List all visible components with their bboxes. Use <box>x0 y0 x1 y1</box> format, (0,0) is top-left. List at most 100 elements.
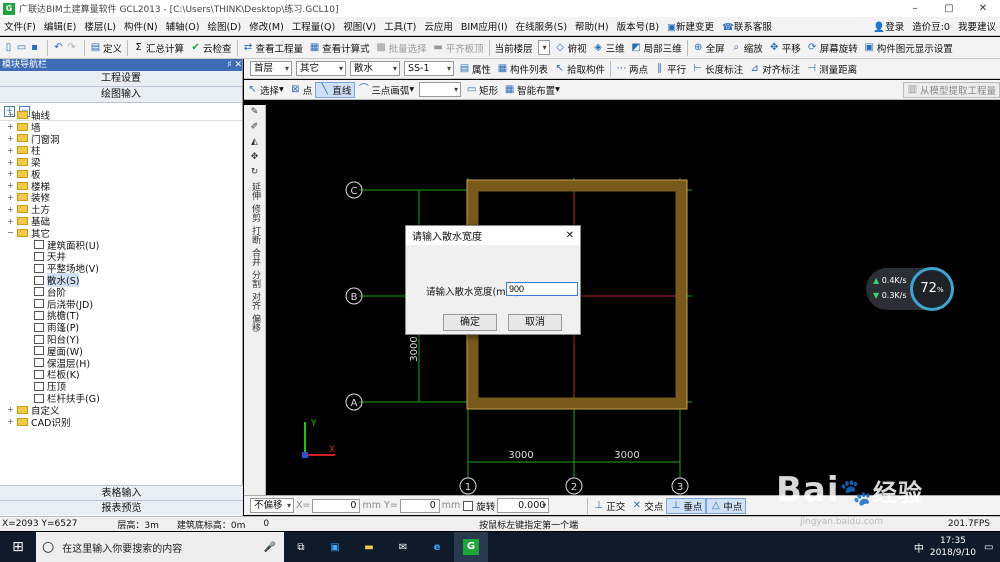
property-button[interactable]: ▤ 属性 <box>456 62 494 76</box>
expand-toggle-icon[interactable]: + <box>6 122 15 131</box>
pan-button[interactable]: ✥ 平移 <box>766 41 804 55</box>
windows-start-icon[interactable]: ⊞ <box>0 539 36 555</box>
menu-tools[interactable]: 工具(T) <box>380 19 420 33</box>
glodon-app-icon[interactable]: G <box>454 532 488 562</box>
expand-toggle-icon[interactable]: + <box>6 417 15 426</box>
tree-child-item[interactable]: 平整场地(V) <box>0 262 243 275</box>
type-select[interactable]: 散水 <box>350 61 400 76</box>
flush-slab-button[interactable]: ▬ 平齐板顶 <box>430 41 487 55</box>
name-select[interactable]: SS-1 <box>404 61 454 76</box>
close-button[interactable]: ✕ <box>966 0 1000 17</box>
menu-online[interactable]: 在线服务(S) <box>512 19 571 33</box>
measure-button[interactable]: ⊣ 测量距离 <box>803 62 860 76</box>
expand-toggle-icon[interactable]: − <box>6 228 15 237</box>
expand-toggle-icon[interactable]: + <box>6 169 15 178</box>
category-select[interactable]: 其它 <box>296 61 346 76</box>
display-settings-button[interactable]: ▣ 构件图元显示设置 <box>861 41 956 55</box>
merge-button[interactable]: 合并 <box>249 248 260 266</box>
tree-child-item[interactable]: 台阶 <box>0 286 243 299</box>
component-list-button[interactable]: ▦ 构件列表 <box>494 62 551 76</box>
menu-aux-axis[interactable]: 辅轴(O) <box>162 19 204 33</box>
monitor-app-icon[interactable]: ▣ <box>318 542 352 553</box>
suggest-button[interactable]: 我要建议 <box>954 19 1000 33</box>
rotate-angle[interactable]: 0.000 <box>497 498 550 513</box>
cloud-check-button[interactable]: ✔ 云检查 <box>187 41 235 55</box>
expand-toggle-icon[interactable]: + <box>6 134 15 143</box>
mail-icon[interactable]: ✉ <box>386 542 420 553</box>
login-button[interactable]: 👤登录 <box>869 19 908 33</box>
edge-icon[interactable]: e <box>420 542 454 553</box>
mirror-icon[interactable]: ◭ <box>251 137 258 148</box>
pin-close-icons[interactable]: ♯ ✕ <box>227 59 242 71</box>
report-preview-tab[interactable]: 报表预览 <box>0 500 243 515</box>
point-button[interactable]: ⊠ 点 <box>287 83 316 97</box>
menu-floor[interactable]: 楼层(L) <box>80 19 120 33</box>
expand-toggle-icon[interactable]: + <box>6 146 15 155</box>
undo-redo[interactable]: ↶ ↷ <box>50 42 82 53</box>
offset-button[interactable]: 偏移 <box>249 314 260 332</box>
menu-quantity[interactable]: 工程量(Q) <box>288 19 339 33</box>
menu-edit[interactable]: 编辑(E) <box>40 19 80 33</box>
select-button[interactable]: ↖ 选择 ▾ <box>244 83 287 97</box>
expand-toggle-icon[interactable]: + <box>6 217 15 226</box>
rect-button[interactable]: ▭ 矩形 <box>463 83 501 97</box>
break-button[interactable]: 打断 <box>249 226 260 244</box>
rotate-checkbox[interactable] <box>463 500 474 511</box>
batch-select-button[interactable]: ▩ 批量选择 <box>373 41 430 55</box>
tree-child-item[interactable]: 保温层(H) <box>0 357 243 370</box>
pick-component-button[interactable]: ↖ 拾取构件 <box>551 62 608 76</box>
file-explorer-icon[interactable]: ▬ <box>352 542 386 553</box>
ok-button[interactable]: 确定 <box>443 314 497 331</box>
3d-button[interactable]: ◈ 三维 <box>590 41 628 55</box>
menu-file[interactable]: 文件(F) <box>0 19 40 33</box>
expand-toggle-icon[interactable]: + <box>6 110 15 119</box>
tree-item[interactable]: + CAD识别 <box>0 416 243 429</box>
tree-child-item[interactable]: 压顶 <box>0 380 243 393</box>
line-button[interactable]: ╲ 直线 <box>315 81 356 98</box>
drawing-input-tab[interactable]: 绘图输入 <box>0 87 242 103</box>
pencil-icon[interactable]: ✎ <box>251 107 259 118</box>
perpendicular-toggle[interactable]: ⊥ 垂点 <box>666 497 707 514</box>
tree-child-item[interactable]: 雨篷(P) <box>0 321 243 334</box>
expand-toggle-icon[interactable]: + <box>6 205 15 214</box>
cancel-button[interactable]: 取消 <box>508 314 562 331</box>
floor-select[interactable]: 首层 <box>250 61 292 76</box>
menu-bim[interactable]: BIM应用(I) <box>457 19 512 33</box>
extend-button[interactable]: 延伸 <box>249 182 260 200</box>
align-button[interactable]: 对齐 <box>249 292 260 310</box>
expand-toggle-icon[interactable]: + <box>6 181 15 190</box>
menu-version[interactable]: 版本号(B) <box>613 19 663 33</box>
menu-cloud[interactable]: 云应用 <box>420 19 457 33</box>
view-formula-button[interactable]: ▦ 查看计算式 <box>306 41 373 55</box>
tree-child-item[interactable]: 散水(S) <box>0 273 243 288</box>
align-mark-button[interactable]: ⊿ 对齐标注 <box>746 62 803 76</box>
width-input[interactable] <box>506 282 578 296</box>
menu-help[interactable]: 帮助(H) <box>571 19 613 33</box>
clock[interactable]: 17:35 2018/9/10 <box>930 535 976 559</box>
file-ops[interactable]: ▯ ▭ ▪ <box>0 42 45 53</box>
two-point-button[interactable]: ⋯ 两点 <box>613 62 651 76</box>
menu-component[interactable]: 构件(N) <box>120 19 162 33</box>
view-quantity-button[interactable]: ⇄ 查看工程量 <box>240 41 307 55</box>
expand-toggle-icon[interactable]: + <box>6 405 15 414</box>
contact-button[interactable]: ☎联系客服 <box>718 19 776 33</box>
split-button[interactable]: 分割 <box>249 270 260 288</box>
notification-icon[interactable]: ▭ <box>984 542 1000 553</box>
minimize-button[interactable]: – <box>898 0 932 17</box>
define-button[interactable]: ▤ 定义 <box>87 41 125 55</box>
taskbar-search[interactable]: ○ 在这里输入你要搜索的内容 🎤 <box>36 532 284 562</box>
brush-icon[interactable]: ✐ <box>251 122 259 133</box>
x-input[interactable]: 0 <box>312 498 361 513</box>
maximize-button[interactable]: ▢ <box>932 0 966 17</box>
length-mark-button[interactable]: ⊢ 长度标注 <box>689 62 746 76</box>
top-view-button[interactable]: ◇ 俯视 <box>552 41 590 55</box>
ortho-toggle[interactable]: ⊥ 正交 <box>590 499 628 513</box>
task-view-icon[interactable]: ⧉ <box>284 542 318 553</box>
trim-button[interactable]: 修剪 <box>249 204 260 222</box>
table-input-tab[interactable]: 表格输入 <box>0 485 243 500</box>
midpoint-toggle[interactable]: △ 中点 <box>706 497 747 514</box>
memory-gauge[interactable]: 72% <box>910 267 954 311</box>
local-3d-button[interactable]: ◩ 局部三维 <box>628 41 685 55</box>
move-icon[interactable]: ✥ <box>251 152 259 163</box>
rotate-tool-icon[interactable]: ↻ <box>251 167 259 178</box>
